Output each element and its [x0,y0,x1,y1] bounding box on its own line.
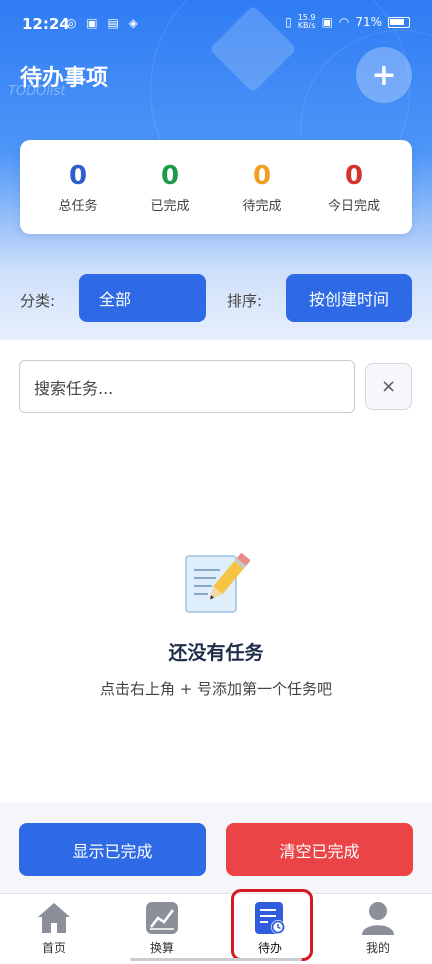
close-icon: × [380,376,397,397]
stat-label: 已完成 [150,198,190,214]
stat-pending: 0 待完成 [222,161,302,214]
home-indicator[interactable] [130,958,302,961]
stat-completed: 0 已完成 [130,161,210,214]
search-input[interactable]: 搜索任务... [19,360,355,413]
status-time: 12:24 [22,15,70,33]
wifi-icon: ◠ [338,15,350,29]
nav-item-profile[interactable]: 我的 [338,900,418,956]
battery-icon [388,16,410,28]
clear-completed-label: 清空已完成 [279,841,360,861]
filter-row: 分类: 全部 排序: 按创建时间 [0,270,432,326]
sim-icon: ▣ [321,15,333,29]
task-content: 搜索任务... × 还没有任务 点击右上角 + 号添加第一个任务吧 [0,340,432,803]
battery-percent: 71% [355,15,382,29]
empty-title: 还没有任务 [168,642,264,664]
stats-card: 0 总任务 0 已完成 0 待完成 0 今日完成 [20,140,412,234]
stat-today: 0 今日完成 [314,161,394,214]
show-completed-label: 显示已完成 [72,841,153,861]
home-icon [38,903,70,933]
add-task-button[interactable]: + [356,47,412,103]
show-completed-button[interactable]: 显示已完成 [19,823,206,876]
stat-total: 0 总任务 [38,161,118,214]
highlight-annotation [231,889,313,961]
stat-label: 待完成 [242,198,282,214]
nav-label: 我的 [365,941,390,955]
stat-value: 0 [344,160,364,191]
net-speed-unit: KB/s [297,21,316,30]
status-app-icons: ◎ ▣ ▤ ◈ [66,16,141,30]
empty-hint: 点击右上角 + 号添加第一个任务吧 [99,680,333,698]
status-bar: 12:24 ◎ ▣ ▤ ◈ ▯ 15.9 KB/s ▣ ◠ 71% [0,0,432,44]
vibrate-icon: ▯ [285,15,292,29]
stat-label: 总任务 [58,198,98,214]
sort-value: 按创建时间 [308,290,389,309]
status-indicators: ▯ 15.9 KB/s ▣ ◠ 71% [285,14,410,30]
nav-label: 首页 [41,941,66,955]
stat-value: 0 [160,160,180,191]
user-icon [362,902,394,935]
nav-item-home[interactable]: 首页 [14,900,94,956]
action-bar: 显示已完成 清空已完成 [0,803,432,893]
category-value: 全部 [99,290,132,309]
sort-label: 排序: [227,292,263,310]
search-placeholder: 搜索任务... [34,378,114,398]
stat-value: 0 [68,160,88,191]
nav-item-convert[interactable]: 换算 [122,900,202,956]
category-label: 分类: [20,292,56,310]
page-subtitle: TODOlist [8,84,66,99]
category-select[interactable]: 全部 [79,274,206,322]
stat-label: 今日完成 [327,198,380,214]
stat-value: 0 [252,160,272,191]
net-speed: 15.9 KB/s [298,14,316,30]
clear-completed-button[interactable]: 清空已完成 [226,823,413,876]
plus-icon: + [371,57,397,93]
clear-search-button[interactable]: × [365,363,412,410]
memo-icon [185,552,250,613]
chart-icon [146,902,178,934]
nav-label: 换算 [149,941,174,955]
bottom-nav: 首页 换算 待办 我的 [0,893,432,964]
sort-select[interactable]: 按创建时间 [286,274,412,322]
